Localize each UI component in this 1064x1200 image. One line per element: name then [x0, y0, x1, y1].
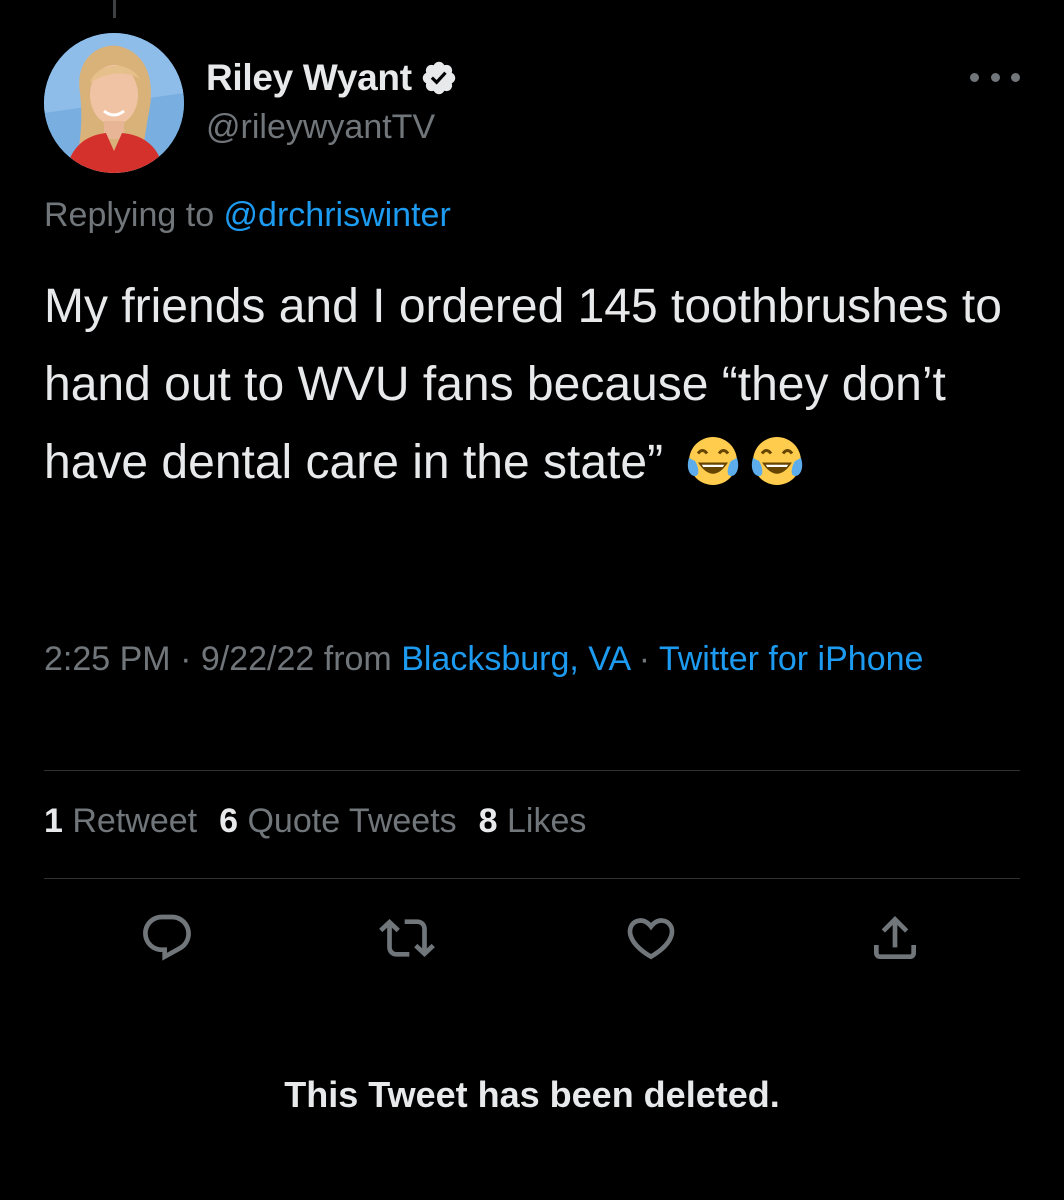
- tears-of-joy-emoji: [688, 437, 739, 485]
- tweet-metadata: 2:25 PM · 9/22/22 from Blacksburg, VA · …: [44, 632, 1034, 686]
- meta-separator: ·: [629, 640, 659, 678]
- reply-button[interactable]: [137, 908, 197, 968]
- replying-to-line: Replying to @drchriswinter: [44, 196, 451, 235]
- replying-to-prefix: Replying to: [44, 196, 224, 234]
- author-name-row: Riley Wyant: [206, 56, 458, 100]
- share-icon: [874, 916, 916, 959]
- author-display-name[interactable]: Riley Wyant: [206, 57, 412, 99]
- reply-icon: [143, 914, 191, 961]
- more-dot-icon: [1011, 72, 1020, 82]
- reply-mention-link[interactable]: @drchriswinter: [224, 196, 451, 234]
- more-dot-icon: [970, 72, 979, 82]
- avatar[interactable]: [44, 33, 184, 173]
- more-dot-icon: [990, 72, 1000, 82]
- like-button[interactable]: [621, 908, 681, 968]
- divider: [44, 770, 1020, 771]
- retweet-count: 1: [44, 802, 63, 840]
- verified-badge-icon: [422, 61, 455, 95]
- quote-count-link[interactable]: 6 Quote Tweets: [219, 802, 457, 841]
- quote-label: Quote Tweets: [238, 802, 457, 840]
- divider: [44, 878, 1020, 879]
- like-icon: [627, 918, 675, 960]
- retweet-count-link[interactable]: 1 Retweet: [44, 802, 197, 841]
- location-link[interactable]: Blacksburg, VA: [401, 640, 629, 678]
- tweet-time[interactable]: 2:25 PM: [44, 640, 171, 678]
- client-link[interactable]: Twitter for iPhone: [659, 640, 924, 678]
- thread-connector-line: [113, 0, 116, 18]
- tweet-body: My friends and I ordered 145 toothbrushe…: [44, 268, 1034, 502]
- like-label: Likes: [497, 802, 587, 840]
- like-count: 8: [478, 802, 498, 840]
- author-handle[interactable]: @rileywyantTV: [206, 108, 435, 147]
- share-button[interactable]: [865, 908, 925, 968]
- engagement-stats: 1 Retweet 6 Quote Tweets 8 Likes: [44, 802, 608, 841]
- action-bar: [0, 908, 1064, 968]
- tweet-text: My friends and I ordered 145 toothbrushe…: [44, 280, 1002, 489]
- meta-from-label: from: [314, 640, 402, 678]
- meta-separator: ·: [170, 640, 201, 678]
- like-count-link[interactable]: 8 Likes: [479, 802, 587, 841]
- retweet-button[interactable]: [377, 908, 437, 968]
- more-options-button[interactable]: [970, 62, 1020, 92]
- deleted-tweet-notice: This Tweet has been deleted.: [284, 1074, 780, 1115]
- retweet-icon: [379, 919, 435, 957]
- tweet-date[interactable]: 9/22/22: [201, 640, 314, 678]
- retweet-label: Retweet: [62, 802, 198, 840]
- tears-of-joy-emoji: [752, 437, 803, 485]
- profile-photo: [44, 33, 184, 173]
- quote-count: 6: [219, 802, 239, 840]
